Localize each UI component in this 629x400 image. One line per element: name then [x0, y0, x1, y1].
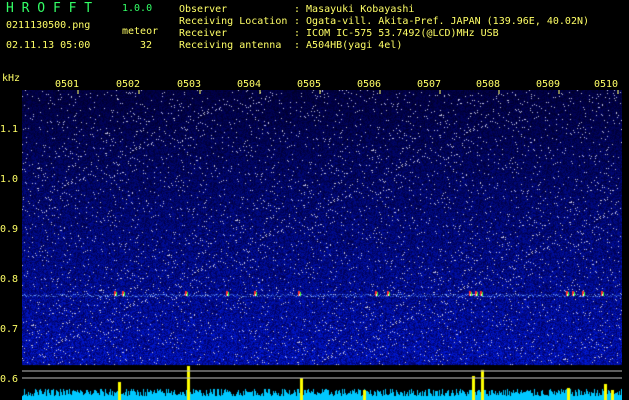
x-tick-label: 0508 [476, 79, 501, 90]
meteor-count: 32 [140, 40, 153, 51]
x-tick-label: 0502 [116, 79, 141, 90]
x-tick-label: 0505 [297, 79, 322, 90]
spectrogram-overlay [22, 90, 622, 379]
location-value: : Ogata-vill. Akita-Pref. JAPAN (139.96E… [294, 16, 590, 27]
reference-lines [22, 370, 622, 379]
x-tick-label: 0503 [177, 79, 202, 90]
x-tick-label: 0509 [536, 79, 561, 90]
x-tick-label: 0501 [55, 79, 80, 90]
x-tick-label: 0507 [417, 79, 442, 90]
observation-datetime: 02.11.13 05:00 [6, 40, 91, 51]
y-tick-label: 0.9 [0, 224, 19, 235]
x-tick-label: 0510 [594, 79, 619, 90]
x-tick-label: 0504 [237, 79, 262, 90]
app-version: 1.0.0 [122, 3, 153, 14]
y-tick-label: 1.1 [0, 124, 19, 135]
y-axis-unit: kHz [2, 73, 21, 84]
y-tick-label: 0.8 [0, 274, 19, 285]
location-label: Receiving Location [179, 16, 288, 27]
observer-value: : Masayuki Kobayashi [294, 4, 415, 15]
y-tick-label: 0.6 [0, 374, 19, 385]
y-tick-label: 1.0 [0, 174, 19, 185]
app-title: H R O F F T [6, 1, 93, 16]
file-name: 0211130500.png [6, 20, 91, 31]
y-tick-label: 0.7 [0, 324, 19, 335]
x-tick-label: 0506 [357, 79, 382, 90]
receiver-label: Receiver [179, 28, 228, 39]
antenna-label: Receiving antenna [179, 40, 282, 51]
observer-label: Observer [179, 4, 228, 15]
meteor-label: meteor [122, 26, 159, 37]
tick-marks [77, 90, 619, 94]
antenna-value: : A504HB(yagi 4el) [294, 40, 403, 51]
receiver-value: : ICOM IC-575 53.7492(@LCD)MHz USB [294, 28, 499, 39]
